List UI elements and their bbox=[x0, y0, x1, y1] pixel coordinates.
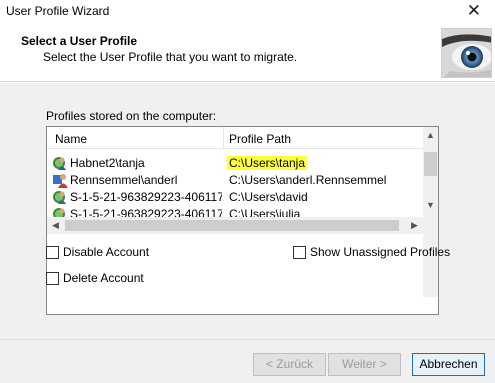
profile-name: S-1-5-21-963829223-4061179... bbox=[70, 190, 222, 204]
profile-name: Habnet2\tanja bbox=[70, 156, 145, 170]
column-divider[interactable] bbox=[223, 127, 224, 149]
disable-account-label: Disable Account bbox=[63, 245, 150, 259]
checkbox-box[interactable] bbox=[46, 245, 59, 259]
page-title: Select a User Profile bbox=[21, 34, 138, 48]
profiles-label: Profiles stored on the computer: bbox=[46, 109, 217, 123]
scroll-down-icon[interactable]: ▼ bbox=[423, 197, 438, 214]
page-subtitle: Select the User Profile that you want to… bbox=[43, 50, 298, 64]
horizontal-scroll-thumb[interactable] bbox=[65, 220, 399, 231]
checkbox-box[interactable] bbox=[293, 245, 306, 259]
eye-logo-icon bbox=[441, 28, 492, 78]
profile-name: Rennsemmel\anderl bbox=[70, 173, 178, 187]
list-item[interactable]: S-1-5-21-963829223-4061179... C:\Users\j… bbox=[47, 205, 423, 217]
back-button[interactable]: < Zurück bbox=[253, 353, 326, 376]
wizard-header: Select a User Profile Select the User Pr… bbox=[0, 24, 495, 82]
list-item[interactable]: Rennsemmel\anderl C:\Users\anderl.Rennse… bbox=[47, 171, 423, 188]
vertical-scrollbar[interactable]: ▲ ▼ bbox=[423, 127, 438, 297]
close-icon[interactable]: ✕ bbox=[467, 1, 481, 21]
profile-path: C:\Users\anderl.Rennsemmel bbox=[229, 173, 387, 187]
vertical-scroll-thumb[interactable] bbox=[424, 152, 437, 176]
next-button[interactable]: Weiter > bbox=[328, 353, 401, 376]
scroll-up-icon[interactable]: ▲ bbox=[423, 127, 438, 144]
column-header-profile-path[interactable]: Profile Path bbox=[229, 132, 291, 146]
checkbox-box[interactable] bbox=[46, 271, 59, 285]
list-header: Name Profile Path bbox=[47, 127, 423, 149]
horizontal-scrollbar[interactable]: ◀ ▶ bbox=[47, 217, 423, 234]
profiles-list[interactable]: Name Profile Path Habnet2\tanja C:\Users… bbox=[46, 126, 439, 315]
cancel-button[interactable]: Abbrechen bbox=[412, 353, 485, 376]
domain-user-icon bbox=[52, 155, 68, 171]
list-item[interactable]: S-1-5-21-963829223-4061179... C:\Users\d… bbox=[47, 188, 423, 205]
wizard-body: Profiles stored on the computer: Name Pr… bbox=[0, 83, 495, 339]
window-title: User Profile Wizard bbox=[6, 4, 110, 18]
list-item[interactable]: Habnet2\tanja C:\Users\tanja bbox=[47, 154, 423, 171]
scroll-corner bbox=[423, 217, 438, 234]
disable-account-checkbox[interactable]: Disable Account bbox=[46, 245, 149, 259]
domain-user-icon bbox=[52, 206, 68, 217]
delete-account-label: Delete Account bbox=[63, 271, 144, 285]
profile-path: C:\Users\tanja bbox=[227, 156, 308, 170]
show-unassigned-profiles-checkbox[interactable]: Show Unassigned Profiles bbox=[293, 245, 450, 259]
show-unassigned-profiles-label: Show Unassigned Profiles bbox=[310, 245, 451, 259]
profile-path: C:\Users\julia bbox=[229, 207, 301, 217]
profile-name: S-1-5-21-963829223-4061179... bbox=[70, 207, 222, 217]
column-header-name[interactable]: Name bbox=[55, 132, 87, 146]
local-user-icon bbox=[52, 172, 68, 188]
delete-account-checkbox[interactable]: Delete Account bbox=[46, 271, 144, 285]
profile-path: C:\Users\david bbox=[229, 190, 308, 204]
title-bar: User Profile Wizard ✕ bbox=[0, 0, 495, 24]
wizard-footer: < Zurück Weiter > Abbrechen bbox=[0, 339, 495, 383]
scroll-left-icon[interactable]: ◀ bbox=[47, 217, 64, 234]
scroll-right-icon[interactable]: ▶ bbox=[406, 217, 423, 234]
domain-user-icon bbox=[52, 189, 68, 205]
